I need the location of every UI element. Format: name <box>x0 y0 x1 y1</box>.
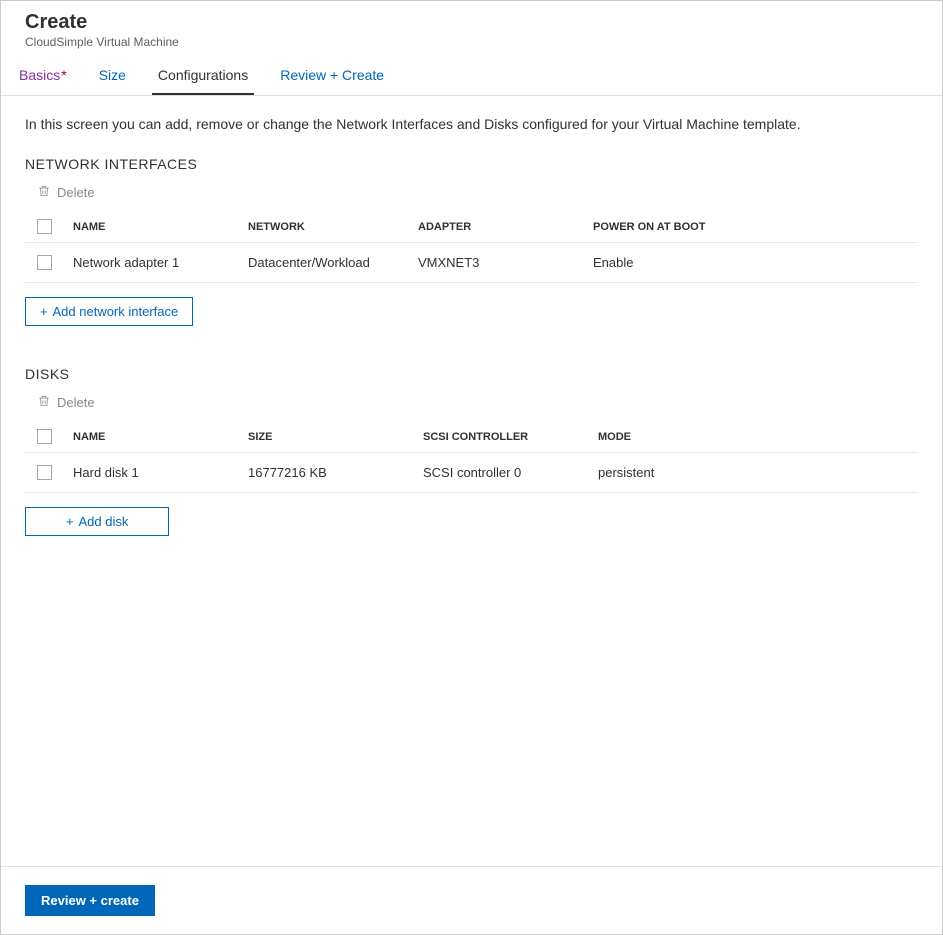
network-row-name: Network adapter 1 <box>73 255 248 270</box>
disks-col-scsi: SCSI CONTROLLER <box>423 431 598 443</box>
disks-row-size: 16777216 KB <box>248 465 423 480</box>
add-disk-button[interactable]: + Add disk <box>25 507 169 536</box>
network-delete-button[interactable]: Delete <box>37 184 918 201</box>
add-network-interface-button[interactable]: + Add network interface <box>25 297 193 326</box>
tab-review[interactable]: Review + Create <box>274 57 390 95</box>
intro-text: In this screen you can add, remove or ch… <box>25 116 918 132</box>
required-marker: * <box>61 67 66 83</box>
disks-delete-label: Delete <box>57 395 95 410</box>
trash-icon <box>37 394 51 411</box>
disks-heading: DISKS <box>25 366 918 382</box>
network-col-adapter: ADAPTER <box>418 221 593 233</box>
network-row-adapter: VMXNET3 <box>418 255 593 270</box>
tab-bar: Basics* Size Configurations Review + Cre… <box>1 57 942 96</box>
disks-table-row[interactable]: Hard disk 1 16777216 KB SCSI controller … <box>25 453 918 493</box>
plus-icon: + <box>66 514 74 529</box>
network-table-row[interactable]: Network adapter 1 Datacenter/Workload VM… <box>25 243 918 283</box>
disks-table: NAME SIZE SCSI CONTROLLER MODE Hard disk… <box>25 421 918 493</box>
network-col-power: POWER ON AT BOOT <box>593 221 918 233</box>
network-col-network: NETWORK <box>248 221 418 233</box>
header: Create CloudSimple Virtual Machine <box>1 1 942 57</box>
disks-row-name: Hard disk 1 <box>73 465 248 480</box>
disks-delete-button[interactable]: Delete <box>37 394 918 411</box>
network-heading: NETWORK INTERFACES <box>25 156 918 172</box>
plus-icon: + <box>40 304 48 319</box>
add-network-label: Add network interface <box>53 304 179 319</box>
disks-col-name: NAME <box>73 431 248 443</box>
disks-row-mode: persistent <box>598 465 918 480</box>
content-area: In this screen you can add, remove or ch… <box>1 96 942 866</box>
network-row-checkbox[interactable] <box>37 255 52 270</box>
disks-col-mode: MODE <box>598 431 918 443</box>
disks-col-size: SIZE <box>248 431 423 443</box>
network-table: NAME NETWORK ADAPTER POWER ON AT BOOT Ne… <box>25 211 918 283</box>
disks-table-header: NAME SIZE SCSI CONTROLLER MODE <box>25 421 918 453</box>
network-row-power: Enable <box>593 255 918 270</box>
disks-row-checkbox[interactable] <box>37 465 52 480</box>
create-vm-window: Create CloudSimple Virtual Machine Basic… <box>0 0 943 935</box>
page-subtitle: CloudSimple Virtual Machine <box>25 35 918 49</box>
network-table-header: NAME NETWORK ADAPTER POWER ON AT BOOT <box>25 211 918 243</box>
network-row-network: Datacenter/Workload <box>248 255 418 270</box>
page-title: Create <box>25 11 918 34</box>
disks-select-all-checkbox[interactable] <box>37 429 52 444</box>
network-delete-label: Delete <box>57 185 95 200</box>
review-create-button[interactable]: Review + create <box>25 885 155 916</box>
disks-row-scsi: SCSI controller 0 <box>423 465 598 480</box>
tab-basics[interactable]: Basics* <box>13 57 73 95</box>
footer: Review + create <box>1 866 942 934</box>
trash-icon <box>37 184 51 201</box>
network-col-name: NAME <box>73 221 248 233</box>
tab-basics-label: Basics <box>19 67 60 83</box>
network-select-all-checkbox[interactable] <box>37 219 52 234</box>
tab-size[interactable]: Size <box>93 57 132 95</box>
add-disk-label: Add disk <box>79 514 129 529</box>
tab-configurations[interactable]: Configurations <box>152 57 254 95</box>
